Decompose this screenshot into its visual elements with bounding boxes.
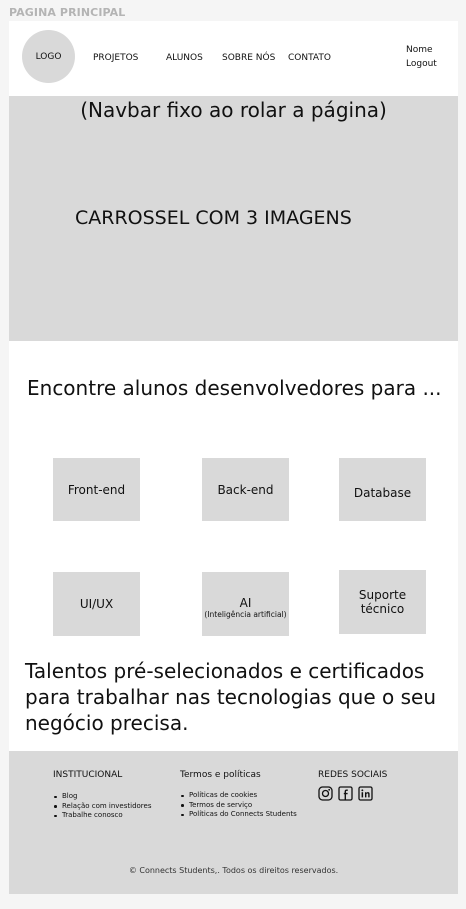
- category-suporte-tecnico[interactable]: Suporte técnico: [339, 570, 426, 634]
- intro-heading: Encontre alunos desenvolvedores para ...: [27, 376, 442, 400]
- copyright: © Connects Students,. Todos os direitos …: [128, 866, 339, 875]
- footer-link-cookies[interactable]: Políticas de cookies: [181, 791, 299, 801]
- carousel-placeholder: CARROSSEL COM 3 IMAGENS: [75, 207, 352, 229]
- main-page: LOGO PROJETOS ALUNOS SOBRE NÓS CONTATO N…: [9, 21, 458, 894]
- nav-contato[interactable]: CONTATO: [288, 53, 331, 63]
- category-label: Back-end: [217, 482, 274, 497]
- footer-link-politicas-connects[interactable]: Políticas do Connects Students: [181, 810, 299, 820]
- footer-link-termos[interactable]: Termos de serviço: [181, 801, 299, 811]
- category-label: Front-end: [67, 482, 126, 497]
- logout-link[interactable]: Logout: [406, 57, 437, 71]
- user-name[interactable]: Nome: [406, 43, 437, 57]
- category-back-end[interactable]: Back-end: [202, 458, 289, 521]
- navbar-note: (Navbar fixo ao rolar a página): [80, 98, 387, 122]
- talents-text: Talentos pré-selecionados e certificados…: [25, 659, 436, 735]
- nav-alunos[interactable]: ALUNOS: [166, 53, 203, 63]
- category-label: Database: [353, 485, 412, 500]
- category-label: Suporte técnico: [358, 588, 407, 616]
- category-ui-ux[interactable]: UI/UX: [53, 572, 140, 636]
- facebook-icon[interactable]: [338, 786, 353, 801]
- category-sublabel: (Inteligência artificial): [204, 609, 287, 619]
- category-label: UI/UX: [79, 597, 114, 611]
- footer-link-blog[interactable]: Blog: [53, 792, 151, 802]
- category-database[interactable]: Database: [339, 458, 426, 521]
- frame-label: PAGINA PRINCIPAL: [9, 6, 126, 19]
- linkedin-icon[interactable]: [358, 786, 373, 801]
- category-label: AI: [239, 595, 252, 610]
- category-ai[interactable]: AI (Inteligência artificial): [202, 572, 289, 636]
- user-menu: Nome Logout: [406, 43, 437, 71]
- instagram-icon[interactable]: [318, 786, 333, 801]
- footer: INSTITUCIONAL Blog Relação com investido…: [9, 751, 458, 894]
- footer-politicas-list: Políticas de cookies Termos de serviço P…: [180, 791, 299, 820]
- footer-link-trabalhe-conosco[interactable]: Trabalhe conosco: [53, 811, 151, 821]
- footer-institucional-list: Blog Relação com investidores Trabalhe c…: [53, 792, 151, 821]
- social-icons: [318, 786, 373, 801]
- footer-institucional-title: INSTITUCIONAL: [53, 770, 123, 780]
- nav-sobre-nos[interactable]: SOBRE NÓS: [222, 53, 275, 63]
- category-front-end[interactable]: Front-end: [53, 458, 140, 521]
- hero-carousel[interactable]: (Navbar fixo ao rolar a página) CARROSSE…: [9, 96, 458, 341]
- footer-link-investidores[interactable]: Relação com investidores: [53, 802, 151, 812]
- footer-redes-title: REDES SOCIAIS: [318, 770, 388, 780]
- footer-politicas-title: Termos e políticas: [180, 770, 261, 780]
- logo[interactable]: LOGO: [22, 30, 75, 83]
- nav-projetos[interactable]: PROJETOS: [93, 53, 138, 63]
